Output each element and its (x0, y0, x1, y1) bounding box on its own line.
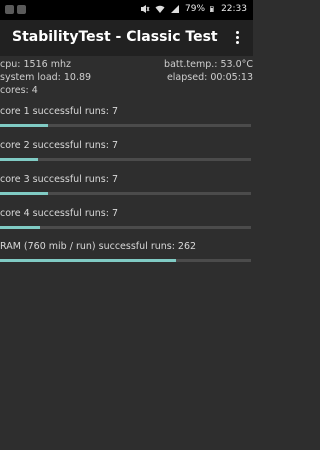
battery-icon (210, 6, 214, 12)
core-2-progress-fill (0, 158, 38, 161)
cpu-row: cpu: 1516 mhz batt.temp.: 53.0°C (0, 59, 253, 70)
core-3-runs: core 3 successful runs: 7 (0, 174, 119, 185)
core-4-progress-fill (0, 226, 41, 229)
overflow-menu-icon-dot (235, 36, 239, 39)
battery-temperature: batt.temp.: 53.0°C (164, 59, 253, 70)
cores-row: cores: 4 (0, 85, 253, 96)
overflow-menu-icon-dot (235, 41, 239, 44)
core-count: cores: 4 (0, 85, 38, 96)
overflow-menu-icon (235, 31, 239, 34)
ram-progress-fill (0, 259, 176, 262)
wifi-icon (155, 5, 165, 13)
status-bar: 79% 22:33 (0, 0, 253, 20)
signal-icon (171, 5, 180, 13)
notification-icons (5, 5, 26, 14)
core-1-runs: core 1 successful runs: 7 (0, 106, 119, 117)
mute-icon (141, 5, 150, 13)
core-3-progress (0, 192, 251, 195)
system-load: system load: 10.89 (0, 72, 92, 83)
app-bar: StabilityTest - Classic Test (0, 20, 253, 56)
core-2-progress (0, 158, 251, 161)
app-notification-icon (5, 5, 14, 14)
core-4-runs: core 4 successful runs: 7 (0, 208, 119, 219)
core-1-progress (0, 124, 251, 127)
ram-runs: RAM (760 mib / run) successful runs: 262 (0, 241, 197, 252)
clock: 22:33 (221, 4, 247, 14)
ram-progress (0, 259, 251, 262)
core-2-runs: core 2 successful runs: 7 (0, 140, 119, 151)
load-row: system load: 10.89 elapsed: 00:05:13 (0, 72, 253, 83)
core-1-progress-fill (0, 124, 48, 127)
cpu-frequency: cpu: 1516 mhz (0, 59, 71, 70)
status-right: 79% 22:33 (140, 4, 247, 14)
page-title: StabilityTest - Classic Test (12, 29, 218, 45)
elapsed-time: elapsed: 00:05:13 (166, 72, 253, 83)
overflow-menu-button[interactable] (229, 29, 245, 47)
game-notification-icon (17, 5, 26, 14)
core-3-progress-fill (0, 192, 48, 195)
core-4-progress (0, 226, 251, 229)
battery-percent: 79% (185, 4, 206, 14)
